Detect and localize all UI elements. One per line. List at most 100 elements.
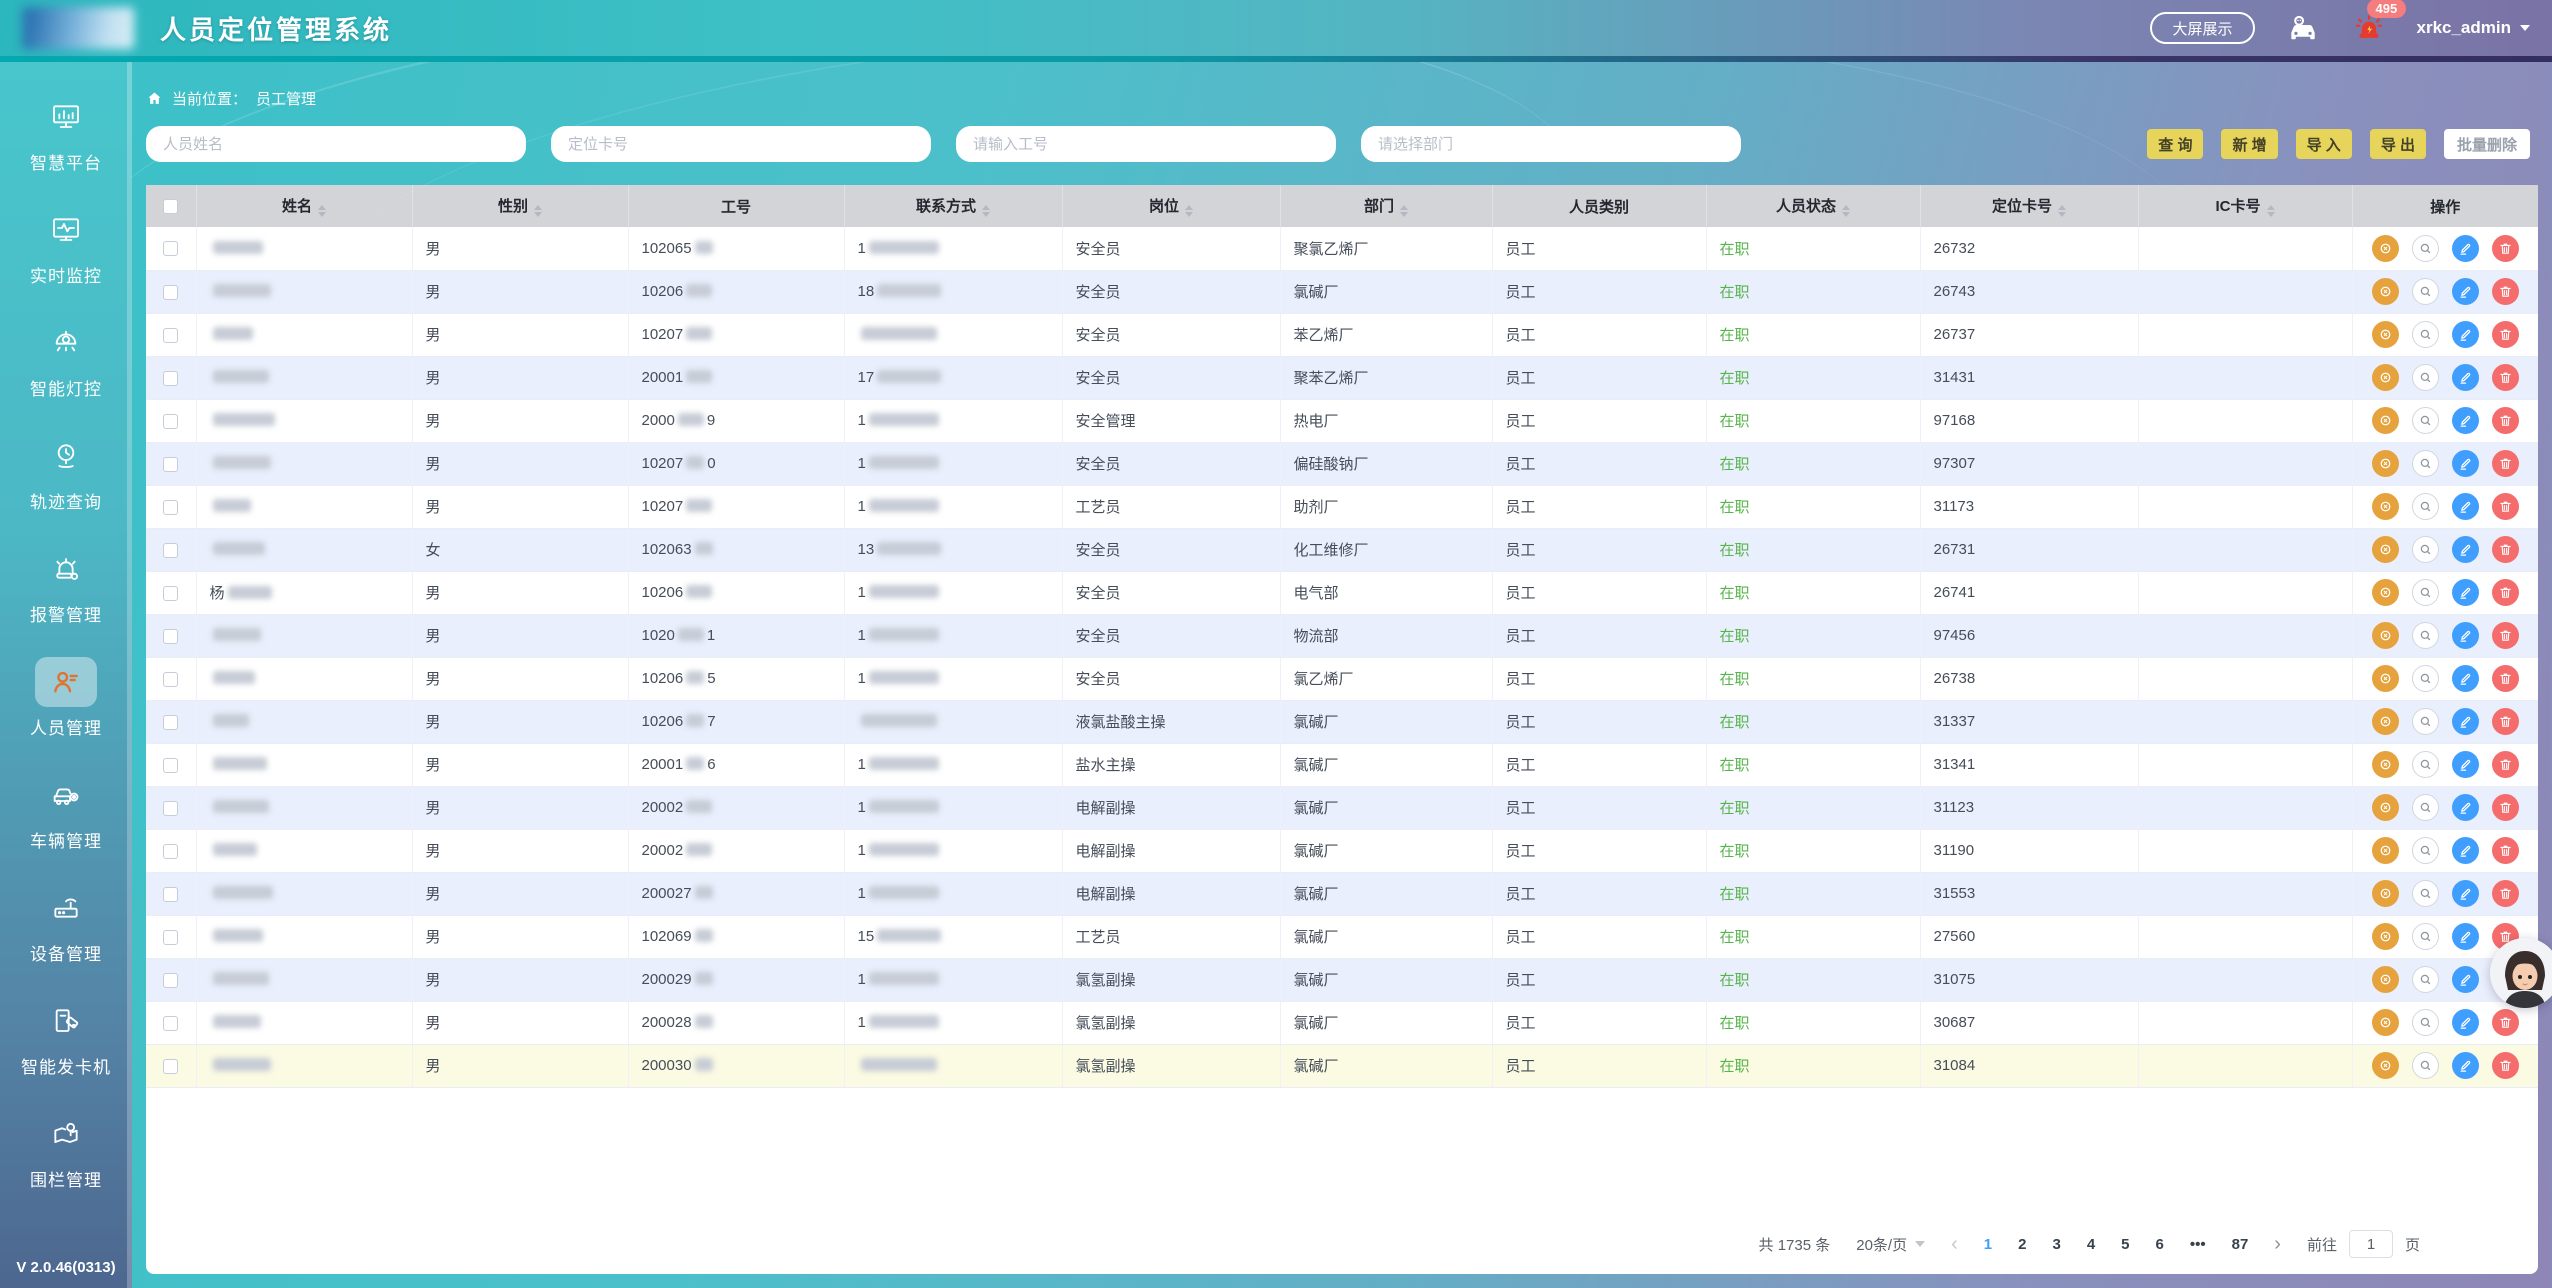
row-checkbox[interactable] [163, 973, 178, 988]
delete-button[interactable] [2492, 364, 2519, 391]
page-size-select[interactable]: 20条/页 [1856, 1234, 1925, 1255]
unbind-card-button[interactable] [2372, 450, 2399, 477]
table-row[interactable]: 男1020651安全员氯乙烯厂员工在职26738 [146, 657, 2538, 700]
sidebar-item-track-query[interactable]: 轨迹查询 [0, 415, 132, 528]
table-row[interactable]: 男200091安全管理热电厂员工在职97168 [146, 399, 2538, 442]
row-checkbox[interactable] [163, 586, 178, 601]
view-button[interactable] [2412, 278, 2439, 305]
view-button[interactable] [2412, 407, 2439, 434]
edit-button[interactable] [2452, 665, 2479, 692]
edit-button[interactable] [2452, 407, 2479, 434]
row-checkbox[interactable] [163, 328, 178, 343]
table-row[interactable]: 男1020651安全员聚氯乙烯厂员工在职26732 [146, 227, 2538, 270]
view-button[interactable] [2412, 665, 2439, 692]
row-checkbox[interactable] [163, 758, 178, 773]
delete-button[interactable] [2492, 622, 2519, 649]
sort-icon[interactable] [2267, 205, 2275, 217]
big-screen-button[interactable]: 大屏展示 [2150, 12, 2254, 44]
page-number[interactable]: 6 [2156, 1236, 2164, 1253]
prev-page-button[interactable]: ‹ [1951, 1234, 1958, 1254]
import-button[interactable]: 导 入 [2296, 129, 2352, 159]
unbind-card-button[interactable] [2372, 1009, 2399, 1036]
row-checkbox[interactable] [163, 715, 178, 730]
view-button[interactable] [2412, 321, 2439, 348]
view-button[interactable] [2412, 536, 2439, 563]
view-button[interactable] [2412, 622, 2439, 649]
column-header[interactable]: 岗位 [1062, 185, 1280, 227]
delete-button[interactable] [2492, 407, 2519, 434]
unbind-card-button[interactable] [2372, 493, 2399, 520]
delete-button[interactable] [2492, 579, 2519, 606]
next-page-button[interactable]: › [2274, 1234, 2281, 1254]
view-button[interactable] [2412, 579, 2439, 606]
unbind-card-button[interactable] [2372, 966, 2399, 993]
edit-button[interactable] [2452, 794, 2479, 821]
table-row[interactable]: 男102011安全员物流部员工在职97456 [146, 614, 2538, 657]
sort-icon[interactable] [1842, 205, 1850, 217]
row-checkbox[interactable] [163, 930, 178, 945]
sidebar-item-person-manage[interactable]: 人员管理 [0, 641, 132, 754]
sidebar-item-card-dispenser[interactable]: 智能发卡机 [0, 980, 132, 1093]
delete-button[interactable] [2492, 708, 2519, 735]
unbind-card-button[interactable] [2372, 364, 2399, 391]
table-row[interactable]: 女10206313安全员化工维修厂员工在职26731 [146, 528, 2538, 571]
unbind-card-button[interactable] [2372, 622, 2399, 649]
export-button[interactable]: 导 出 [2370, 129, 2426, 159]
table-row[interactable]: 男1020701安全员偏硅酸钠厂员工在职97307 [146, 442, 2538, 485]
delete-button[interactable] [2492, 880, 2519, 907]
unbind-card-button[interactable] [2372, 665, 2399, 692]
view-button[interactable] [2412, 1009, 2439, 1036]
edit-button[interactable] [2452, 966, 2479, 993]
column-header[interactable]: 性别 [412, 185, 628, 227]
sort-icon[interactable] [1185, 205, 1193, 217]
delete-button[interactable] [2492, 794, 2519, 821]
delete-button[interactable] [2492, 1052, 2519, 1079]
page-number[interactable]: 87 [2232, 1236, 2249, 1253]
edit-button[interactable] [2452, 622, 2479, 649]
sort-icon[interactable] [2058, 205, 2066, 217]
unbind-card-button[interactable] [2372, 708, 2399, 735]
table-row[interactable]: 男1020618安全员氯碱厂员工在职26743 [146, 270, 2538, 313]
table-row[interactable]: 男2000271电解副操氯碱厂员工在职31553 [146, 872, 2538, 915]
view-button[interactable] [2412, 751, 2439, 778]
view-button[interactable] [2412, 1052, 2439, 1079]
table-row[interactable]: 男200030氯氢副操氯碱厂员工在职31084 [146, 1044, 2538, 1087]
delete-button[interactable] [2492, 321, 2519, 348]
row-checkbox[interactable] [163, 414, 178, 429]
unbind-card-button[interactable] [2372, 794, 2399, 821]
edit-button[interactable] [2452, 364, 2479, 391]
sidebar-item-smart-platform[interactable]: 智慧平台 [0, 76, 132, 189]
unbind-card-button[interactable] [2372, 923, 2399, 950]
row-checkbox[interactable] [163, 285, 178, 300]
page-number[interactable]: 2 [2018, 1236, 2026, 1253]
edit-button[interactable] [2452, 536, 2479, 563]
column-header[interactable]: IC卡号 [2138, 185, 2352, 227]
sidebar-item-alarm-manage[interactable]: 报警管理 [0, 528, 132, 641]
goto-page-input[interactable] [2349, 1230, 2393, 1258]
view-button[interactable] [2412, 493, 2439, 520]
alarm-siren-icon[interactable]: 495 [2351, 10, 2387, 46]
edit-button[interactable] [2452, 235, 2479, 262]
delete-button[interactable] [2492, 1009, 2519, 1036]
row-checkbox[interactable] [163, 672, 178, 687]
edit-button[interactable] [2452, 880, 2479, 907]
sidebar-item-vehicle-manage[interactable]: 车辆管理 [0, 754, 132, 867]
page-number[interactable]: 5 [2121, 1236, 2129, 1253]
unbind-card-button[interactable] [2372, 235, 2399, 262]
delete-button[interactable] [2492, 837, 2519, 864]
department-select[interactable] [1361, 126, 1741, 162]
page-ellipsis[interactable]: ••• [2190, 1236, 2206, 1253]
column-header[interactable]: 部门 [1280, 185, 1492, 227]
view-button[interactable] [2412, 450, 2439, 477]
unbind-card-button[interactable] [2372, 880, 2399, 907]
delete-button[interactable] [2492, 450, 2519, 477]
edit-button[interactable] [2452, 321, 2479, 348]
unbind-card-button[interactable] [2372, 536, 2399, 563]
table-row[interactable]: 杨男102061安全员电气部员工在职26741 [146, 571, 2538, 614]
edit-button[interactable] [2452, 493, 2479, 520]
row-checkbox[interactable] [163, 629, 178, 644]
table-row[interactable]: 男2000161盐水主操氯碱厂员工在职31341 [146, 743, 2538, 786]
edit-button[interactable] [2452, 1009, 2479, 1036]
edit-button[interactable] [2452, 923, 2479, 950]
sort-icon[interactable] [318, 205, 326, 217]
